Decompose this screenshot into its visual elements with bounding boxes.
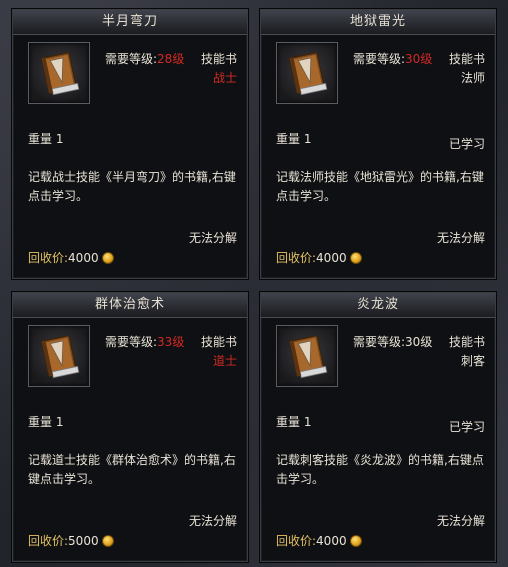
weight-value: 1 — [303, 415, 312, 429]
item-tooltip-card: 地狱雷光 需要等级:30级 技能书 法师 重量 1 已学习 记载法师技能《地狱雷… — [260, 9, 496, 279]
skill-book-icon[interactable] — [276, 325, 338, 387]
required-level-value: 28级 — [157, 52, 185, 66]
recycle-price-line: 回收价:4000 — [276, 532, 362, 549]
required-level-line: 需要等级:30级 — [353, 50, 432, 67]
item-type: 技能书 — [200, 335, 237, 349]
item-tooltip-card: 半月弯刀 需要等级:28级 技能书 战士 重量 1 记载战士技能《半月弯刀》的书… — [12, 9, 248, 279]
required-level-label: 需要等级: — [353, 52, 406, 66]
learned-status: 已学习 — [448, 137, 485, 151]
book-graphic — [41, 52, 80, 96]
item-type: 技能书 — [200, 52, 237, 66]
recycle-price-value: 4000 — [68, 251, 99, 265]
required-level-line: 需要等级:33级 — [105, 333, 184, 350]
no-decompose-label: 无法分解 — [188, 514, 237, 528]
item-name: 半月弯刀 — [13, 10, 247, 35]
recycle-price-label: 回收价: — [28, 251, 69, 265]
skill-book-icon[interactable] — [276, 42, 338, 104]
recycle-price-value: 5000 — [68, 534, 99, 548]
item-name: 地狱雷光 — [261, 10, 495, 35]
gold-coin-icon — [349, 535, 362, 547]
weight-value: 1 — [303, 132, 312, 146]
recycle-price-line: 回收价:5000 — [28, 532, 114, 549]
required-level-label: 需要等级: — [353, 335, 406, 349]
item-tooltip-card: 群体治愈术 需要等级:33级 技能书 道士 重量 1 记载道士技能《群体治愈术》… — [12, 292, 248, 562]
weight-line: 重量 1 — [276, 130, 311, 147]
item-type: 技能书 — [448, 52, 485, 66]
item-tooltip-card: 炎龙波 需要等级:30级 技能书 刺客 重量 1 已学习 记载刺客技能《炎龙波》… — [260, 292, 496, 562]
weight-label: 重量 — [28, 415, 53, 429]
required-level-value: 33级 — [157, 335, 185, 349]
item-description: 记载道士技能《群体治愈术》的书籍,右键点击学习。 — [28, 453, 236, 486]
weight-value: 1 — [55, 132, 64, 146]
class-requirement: 战士 — [212, 71, 237, 85]
required-level-value: 30级 — [405, 52, 433, 66]
recycle-price-label: 回收价: — [276, 534, 317, 548]
weight-value: 1 — [55, 415, 64, 429]
class-requirement: 法师 — [460, 71, 485, 85]
weight-label: 重量 — [276, 415, 301, 429]
no-decompose-label: 无法分解 — [436, 514, 485, 528]
class-requirement: 刺客 — [460, 354, 485, 368]
item-name: 群体治愈术 — [13, 293, 247, 318]
weight-label: 重量 — [28, 132, 53, 146]
recycle-price-value: 4000 — [316, 251, 347, 265]
recycle-price-line: 回收价:4000 — [276, 249, 362, 266]
skill-book-icon[interactable] — [28, 325, 90, 387]
item-description: 记载法师技能《地狱雷光》的书籍,右键点击学习。 — [276, 170, 484, 203]
gold-coin-icon — [101, 252, 114, 264]
weight-line: 重量 1 — [28, 413, 63, 430]
required-level-label: 需要等级: — [105, 52, 158, 66]
required-level-label: 需要等级: — [105, 335, 158, 349]
recycle-price-label: 回收价: — [28, 534, 69, 548]
no-decompose-label: 无法分解 — [436, 231, 485, 245]
gold-coin-icon — [101, 535, 114, 547]
skill-book-icon[interactable] — [28, 42, 90, 104]
required-level-value: 30级 — [405, 335, 433, 349]
item-description: 记载刺客技能《炎龙波》的书籍,右键点击学习。 — [276, 453, 484, 486]
weight-label: 重量 — [276, 132, 301, 146]
weight-line: 重量 1 — [28, 130, 63, 147]
item-description: 记载战士技能《半月弯刀》的书籍,右键点击学习。 — [28, 170, 236, 203]
learned-status: 已学习 — [448, 420, 485, 434]
required-level-line: 需要等级:28级 — [105, 50, 184, 67]
weight-line: 重量 1 — [276, 413, 311, 430]
gold-coin-icon — [349, 252, 362, 264]
required-level-line: 需要等级:30级 — [353, 333, 432, 350]
book-graphic — [41, 335, 80, 379]
recycle-price-label: 回收价: — [276, 251, 317, 265]
recycle-price-value: 4000 — [316, 534, 347, 548]
class-requirement: 道士 — [212, 354, 237, 368]
item-type: 技能书 — [448, 335, 485, 349]
recycle-price-line: 回收价:4000 — [28, 249, 114, 266]
no-decompose-label: 无法分解 — [188, 231, 237, 245]
book-graphic — [289, 52, 328, 96]
book-graphic — [289, 335, 328, 379]
item-name: 炎龙波 — [261, 293, 495, 318]
